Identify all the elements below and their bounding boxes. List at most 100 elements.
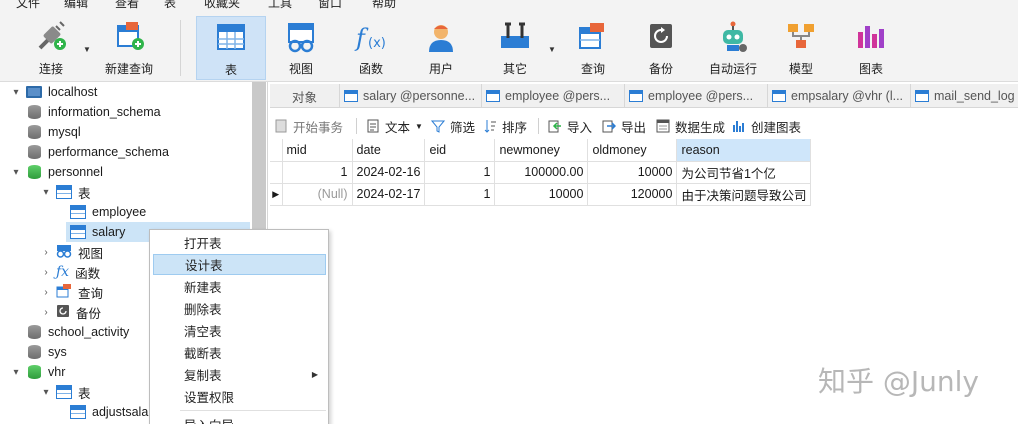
- view-icon: [56, 244, 72, 261]
- tree-node-label: 函数: [75, 266, 101, 281]
- connect-button[interactable]: 连接: [20, 16, 82, 80]
- chevron-down-icon[interactable]: ▾: [40, 187, 52, 198]
- chevron-down-icon[interactable]: ▾: [10, 367, 22, 378]
- column-header-date[interactable]: date: [352, 139, 426, 162]
- column-header-mid[interactable]: mid: [282, 139, 353, 162]
- grid-header-row: mid date eid newmoney oldmoney reason: [270, 139, 812, 162]
- menu-item-label: 复制表: [184, 369, 222, 383]
- automation-button[interactable]: 自动运行: [702, 16, 764, 80]
- menu-item-new-table[interactable]: 新建表: [153, 276, 326, 297]
- tree-node-functions[interactable]: › ƒx 函数: [40, 262, 100, 282]
- column-header-oldmoney[interactable]: oldmoney: [587, 139, 678, 162]
- import-button[interactable]: 导入: [548, 116, 592, 136]
- export-button[interactable]: 导出: [602, 116, 646, 136]
- menu-item-open-table[interactable]: 打开表: [153, 232, 326, 253]
- tree-node-queries[interactable]: › 查询: [40, 282, 103, 302]
- chevron-right-icon[interactable]: ›: [40, 247, 52, 258]
- cell-date[interactable]: 2024-02-16: [352, 161, 426, 184]
- cell-oldmoney[interactable]: 120000: [587, 183, 678, 206]
- function-button[interactable]: f (x) 函数: [342, 16, 400, 80]
- begin-transaction-button[interactable]: 开始事务: [274, 116, 343, 136]
- user-button[interactable]: 用户: [412, 16, 470, 80]
- tab-mail-send-log[interactable]: mail_send_log: [911, 84, 1018, 108]
- tree-node-personnel[interactable]: ▾ personnel: [13, 162, 103, 182]
- create-chart-button[interactable]: 创建图表: [732, 116, 801, 136]
- tab-empsalary[interactable]: empsalary @vhr (l...: [768, 84, 911, 108]
- tree-node-information-schema[interactable]: information_schema: [28, 102, 161, 122]
- tab-objects[interactable]: 对象: [270, 84, 340, 108]
- menu-item-set-permissions[interactable]: 设置权限: [153, 386, 326, 407]
- text-button[interactable]: 文本 ▼: [366, 116, 423, 136]
- column-header-newmoney[interactable]: newmoney: [494, 139, 589, 162]
- tree-node-school-activity[interactable]: school_activity: [28, 322, 129, 342]
- cell-eid[interactable]: 1: [424, 183, 496, 206]
- chevron-down-icon[interactable]: ▾: [10, 167, 22, 178]
- tree-node-employee[interactable]: employee: [70, 202, 146, 222]
- tab-employee[interactable]: employee @pers...: [482, 84, 625, 108]
- tree-node-sys[interactable]: sys: [28, 342, 67, 362]
- data-generation-button[interactable]: 数据生成: [656, 116, 725, 136]
- chevron-right-icon[interactable]: ›: [40, 307, 52, 318]
- cell-date[interactable]: 2024-02-17: [352, 183, 426, 206]
- new-query-button[interactable]: 新建查询: [98, 16, 160, 80]
- new-query-icon: [112, 20, 146, 54]
- filter-button[interactable]: 筛选: [430, 116, 475, 136]
- row-header[interactable]: [270, 161, 283, 184]
- cell-newmoney[interactable]: 100000.00: [494, 161, 589, 184]
- table-row[interactable]: ▶ (Null) 2024-02-17 1 10000 120000 由于决策问…: [270, 183, 812, 206]
- tree-scrollbar[interactable]: [252, 82, 266, 242]
- tree-node-localhost[interactable]: ▾ localhost: [10, 82, 266, 102]
- cell-reason[interactable]: 为公司节省1个亿: [676, 161, 812, 184]
- chevron-down-icon[interactable]: ▾: [40, 387, 52, 398]
- cell-reason[interactable]: 由于决策问题导致公司: [676, 183, 812, 206]
- tree-node-adjustsalary[interactable]: adjustsala: [70, 402, 148, 422]
- tree-node-vhr[interactable]: ▾ vhr: [13, 362, 65, 382]
- tree-node-label: 表: [78, 386, 91, 401]
- model-button[interactable]: 模型: [772, 16, 830, 80]
- other-label: 其它: [502, 62, 527, 76]
- chevron-down-icon[interactable]: ▼: [83, 45, 91, 54]
- view-button[interactable]: 视图: [272, 16, 330, 80]
- tree-node-label: employee: [92, 205, 147, 219]
- tree-node-label: sys: [48, 345, 67, 359]
- menu-item-empty-table[interactable]: 清空表: [153, 320, 326, 341]
- other-button[interactable]: 其它: [486, 16, 544, 80]
- backup-button[interactable]: 备份: [632, 16, 690, 80]
- cell-oldmoney[interactable]: 10000: [587, 161, 678, 184]
- tree-node-tables[interactable]: ▾ 表: [40, 182, 91, 202]
- cell-eid[interactable]: 1: [424, 161, 496, 184]
- cell-mid[interactable]: (Null): [282, 183, 353, 206]
- query-button[interactable]: 查询: [564, 16, 622, 80]
- table-icon: [70, 405, 86, 419]
- tree-node-views[interactable]: › 视图: [40, 242, 103, 262]
- svg-text:(x): (x): [368, 36, 386, 51]
- tab-label: 对象: [292, 90, 318, 105]
- tree-node-performance-schema[interactable]: performance_schema: [28, 142, 169, 162]
- column-header-reason[interactable]: reason: [676, 139, 812, 162]
- cell-newmoney[interactable]: 10000: [494, 183, 589, 206]
- chevron-down-icon[interactable]: ▼: [548, 45, 556, 54]
- database-icon: [28, 125, 41, 139]
- chevron-down-icon[interactable]: ▾: [10, 87, 22, 98]
- tab-employee-2[interactable]: employee @pers...: [625, 84, 768, 108]
- chevron-right-icon[interactable]: ›: [40, 287, 52, 298]
- table-button[interactable]: 表: [196, 16, 266, 80]
- tree-node-vhr-tables[interactable]: ▾ 表: [40, 382, 91, 402]
- cell-mid[interactable]: 1: [282, 161, 353, 184]
- chevron-right-icon[interactable]: ›: [40, 267, 52, 278]
- tree-node-backups[interactable]: › 备份: [40, 302, 101, 322]
- menu-item-copy-table[interactable]: 复制表 ▶: [153, 364, 326, 385]
- main-toolbar: 连接 ▼ 新建查询 表 视图 f (x) 函数 用户 其它 ▼ 查询 备份 自动…: [0, 10, 1018, 82]
- sort-button[interactable]: 排序: [483, 116, 527, 136]
- menu-item-import-wizard[interactable]: 导入向导: [153, 414, 326, 424]
- menu-item-delete-table[interactable]: 删除表: [153, 298, 326, 319]
- table-icon: [344, 90, 358, 102]
- column-header-eid[interactable]: eid: [424, 139, 496, 162]
- chart-button[interactable]: 图表: [842, 16, 900, 80]
- current-row-arrow-icon[interactable]: ▶: [270, 183, 283, 206]
- table-row[interactable]: 1 2024-02-16 1 100000.00 10000 为公司节省1个亿: [270, 161, 812, 184]
- tree-node-mysql[interactable]: mysql: [28, 122, 81, 142]
- menu-item-design-table[interactable]: 设计表: [153, 254, 326, 275]
- menu-item-truncate-table[interactable]: 截断表: [153, 342, 326, 363]
- tab-salary[interactable]: salary @personne...: [340, 84, 482, 108]
